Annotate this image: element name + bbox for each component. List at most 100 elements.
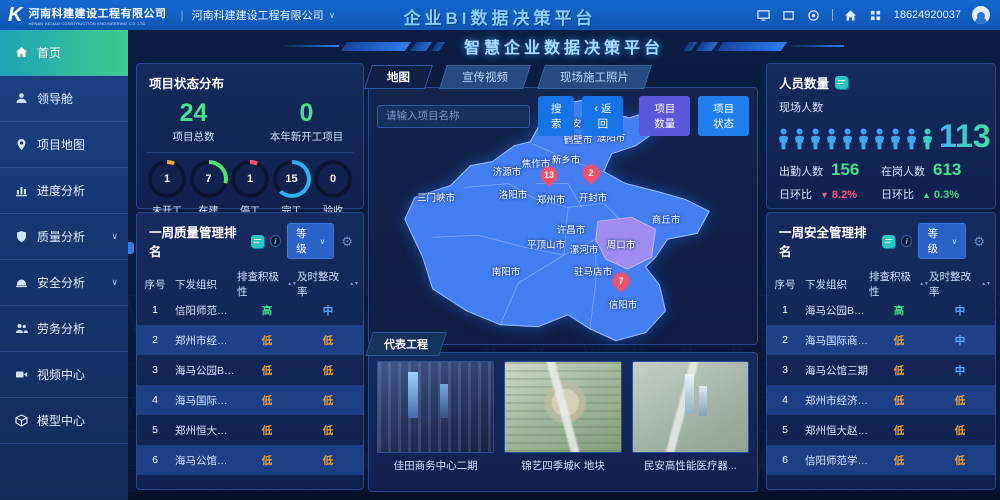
table-row[interactable]: 5 郑州恒大赵村安置区A-0... 低 低 [137,415,363,445]
table-row[interactable]: 3 海马公园B2地块二期 低 低 [137,355,363,385]
dashboard-banner: 智慧企业数据决策平台 [128,30,1000,62]
ring-value: 15 [277,164,307,194]
sidebar-item-video-center[interactable]: 视频中心 [0,352,128,398]
table-row[interactable]: 6 信阳师范学院淮河校区二... 低 低 [767,445,995,475]
sort-icon[interactable]: ▲▼ [349,282,359,286]
panel-title: 项目状态分布 [149,73,224,92]
table-row[interactable]: 1 海马公园B2地块二期 高 中 [767,295,995,325]
level-filter-dropdown[interactable]: 等级 [287,223,334,259]
project-status-button[interactable]: 项目状态 [698,96,749,136]
sort-icon[interactable]: ▲▼ [919,282,929,286]
safety-rank-rows: 1 海马公园B2地块二期 高 中 2 海马国际商务中心A1地... 低 中 3 [767,295,995,475]
table-row[interactable]: 3 海马公馆三期 低 中 [767,355,995,385]
sidebar-item-label: 项目地图 [37,136,85,153]
tab-promo-video[interactable]: 宣传视频 [439,65,531,89]
cube-icon [15,414,28,427]
sidebar-item-leader-cabin[interactable]: 领导舱 [0,76,128,122]
sidebar-item-progress-analysis[interactable]: 进度分析 [0,168,128,214]
sidebar-item-label: 质量分析 [37,228,85,245]
row-index: 3 [141,364,169,376]
quality-rank-panel: 一周质量管理排名 i 等级 ⚙ 序号 下发组织 排查积极性▲▼ 及时整改率▲▼ … [136,212,364,490]
dashboard-title: 智慧企业数据决策平台 [464,34,664,58]
banner-left-decoration [284,42,442,51]
tab-site-photos[interactable]: 现场施工照片 [537,65,652,89]
map-toolbar: 搜索 返回 项目数量 项目状态 [369,88,757,144]
project-card[interactable]: 民安高性能医疗器... [632,361,749,473]
gear-icon[interactable]: ⚙ [973,235,985,248]
table-row[interactable]: 4 郑州市经济技术开发区青... 低 低 [767,385,995,415]
info-icon[interactable]: i [901,235,913,247]
logo-k-icon: K [8,5,22,25]
sidebar-item-label: 首页 [37,44,61,61]
person-figure-icon [777,127,790,151]
safety-rank-panel: 一周安全管理排名 i 等级 ⚙ 序号 下发组织 排查积极性▲▼ 及时整改率▲▼ … [766,212,996,490]
rectify-level: 中 [929,333,991,348]
tab-representative-projects[interactable]: 代表工程 [365,332,447,356]
inspection-level: 低 [237,333,297,348]
info-icon[interactable]: i [270,235,282,247]
status-ring: 1 停工 [230,160,270,217]
bar-chart-icon [15,184,28,197]
new-projects-stat: 0 本年新开工项目 [250,97,363,144]
table-row[interactable]: 2 海马国际商务中心A1地... 低 中 [767,325,995,355]
sidebar-item-home[interactable]: 首页 [0,30,128,76]
person-figure-icon [873,127,886,151]
table-row[interactable]: 6 海马公馆三期 低 低 [137,445,363,475]
project-card[interactable]: 锦艺四季城K 地块 [504,361,621,473]
level-filter-dropdown[interactable]: 等级 [918,223,966,259]
search-button[interactable]: 搜索 [538,96,574,136]
status-ring: 0 验收 [313,160,353,217]
project-count-marker[interactable]: 2 [583,165,599,181]
sidebar-item-project-map[interactable]: 项目地图 [0,122,128,168]
back-button[interactable]: 返回 [582,96,623,136]
window-icon[interactable] [782,8,796,22]
sort-icon[interactable]: ▲▼ [981,282,991,286]
rectify-level: 低 [929,423,991,438]
project-card[interactable]: 佳田商务中心二期 [377,361,494,473]
col-header-sortable[interactable]: 及时整改率▲▼ [297,269,359,299]
trend-up-value: ▲0.3% [922,189,959,201]
project-count-marker[interactable]: 13 [541,167,557,183]
ring-donut: 7 [190,160,228,198]
row-index: 1 [771,304,799,316]
rectify-level: 低 [929,453,991,468]
report-icon [835,76,848,89]
sidebar-item-quality-analysis[interactable]: 质量分析 ∨ [0,214,128,260]
gear-icon[interactable]: ⚙ [341,235,353,248]
sort-icon[interactable]: ▲▼ [287,282,297,286]
display-icon[interactable] [757,8,771,22]
project-caption: 锦艺四季城K 地块 [504,458,621,473]
home-icon[interactable] [844,8,858,22]
target-icon[interactable] [807,8,821,22]
rectify-level: 低 [297,423,359,438]
inspection-level: 低 [237,393,297,408]
table-row[interactable]: 4 海马国际商务中心A1地... 低 低 [137,385,363,415]
col-header-sortable[interactable]: 排查积极性▲▼ [237,269,297,299]
inspection-level: 低 [869,333,929,348]
panel-title: 一周安全管理排名 [779,222,876,260]
trend-label: 日环比 [779,186,812,202]
org-name: 海马公馆三期 [169,453,237,468]
table-row[interactable]: 2 郑州市经济技术开发区青... 低 低 [137,325,363,355]
project-count-button[interactable]: 项目数量 [639,96,690,136]
sidebar-item-safety-analysis[interactable]: 安全分析 ∨ [0,260,128,306]
project-search-input[interactable] [377,105,530,128]
table-row[interactable]: 1 信阳师范学院淮河校区二... 高 中 [137,295,363,325]
status-ring: 15 完工 [272,160,312,217]
user-avatar[interactable] [972,6,990,24]
stat-value: 156 [831,160,859,180]
sidebar-item-labor-analysis[interactable]: 劳务分析 [0,306,128,352]
org-name: 海马公园B2地块二期 [799,303,869,318]
tab-map[interactable]: 地图 [364,65,433,89]
table-row[interactable]: 5 郑州恒大赵村安置区A-0... 低 低 [767,415,995,445]
col-header: 序号 [771,277,799,292]
divider [147,152,353,153]
company-selector-dropdown[interactable]: 河南科建建设工程有限公司 [192,7,336,23]
grid-apps-icon[interactable] [869,8,883,22]
sidebar-item-model-center[interactable]: 模型中心 [0,398,128,444]
col-header-sortable[interactable]: 及时整改率▲▼ [929,269,991,299]
project-count-marker[interactable]: 7 [613,273,629,289]
col-header-sortable[interactable]: 排查积极性▲▼ [869,269,929,299]
sidebar-collapse-handle[interactable] [128,242,134,254]
ring-value: 1 [235,164,265,194]
